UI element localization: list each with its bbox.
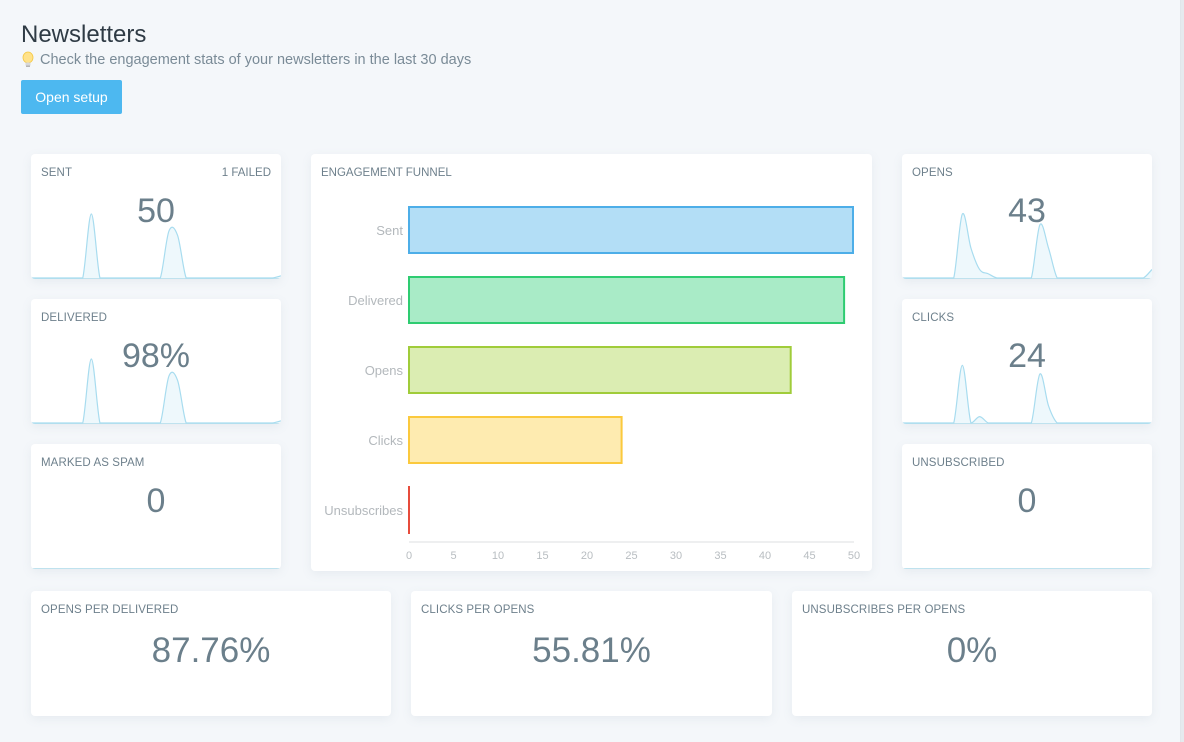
funnel-x-tick-label: 10 bbox=[492, 550, 504, 562]
clicks-per-opens-label: CLICKS PER OPENS bbox=[421, 604, 535, 616]
funnel-bar-unsubscribes bbox=[408, 486, 410, 534]
funnel-x-tick-label: 45 bbox=[803, 550, 815, 562]
funnel-x-tick-label: 20 bbox=[581, 550, 593, 562]
unsubscribes-per-opens-value: 0% bbox=[946, 631, 998, 670]
funnel-category-label: Sent bbox=[376, 223, 403, 238]
opens-per-delivered-label: OPENS PER DELIVERED bbox=[41, 604, 179, 616]
lightbulb-icon bbox=[22, 51, 34, 69]
clicks-per-opens-value: 55.81% bbox=[532, 631, 651, 670]
sparkline-baseline bbox=[31, 568, 281, 569]
funnel-x-tick-label: 30 bbox=[670, 550, 682, 562]
funnel-category-label: Delivered bbox=[348, 293, 403, 308]
unsubscribes-per-opens-label: UNSUBSCRIBES PER OPENS bbox=[802, 604, 966, 616]
sent-card: SENT 1 FAILED 50 bbox=[31, 154, 281, 279]
sent-value: 50 bbox=[137, 192, 175, 230]
funnel-x-tick-label: 40 bbox=[759, 550, 771, 562]
open-setup-button[interactable]: Open setup bbox=[21, 80, 122, 114]
sparkline-baseline bbox=[902, 568, 1152, 569]
opens-card: OPENS 43 bbox=[902, 154, 1152, 279]
unsubscribed-label: UNSUBSCRIBED bbox=[912, 457, 1005, 469]
delivered-card: DELIVERED 98% bbox=[31, 299, 281, 424]
clicks-per-opens-card: CLICKS PER OPENS 55.81% bbox=[411, 591, 772, 716]
opens-value: 43 bbox=[1008, 192, 1046, 230]
unsubscribes-per-opens-card: UNSUBSCRIBES PER OPENS 0% bbox=[792, 591, 1152, 716]
subtitle-text: Check the engagement stats of your newsl… bbox=[40, 52, 472, 68]
engagement-funnel-card: ENGAGEMENT FUNNEL Sent Delivered Opens Clic… bbox=[311, 154, 872, 571]
spam-card: MARKED AS SPAM 0 bbox=[31, 444, 281, 569]
funnel-x-tick-label: 25 bbox=[625, 550, 637, 562]
funnel-x-tick-label: 15 bbox=[536, 550, 548, 562]
clicks-card: CLICKS 24 bbox=[902, 299, 1152, 424]
spam-value: 0 bbox=[146, 482, 166, 520]
opens-per-delivered-card: OPENS PER DELIVERED 87.76% bbox=[31, 591, 391, 716]
window-edge bbox=[1180, 0, 1184, 742]
funnel-category-label: Clicks bbox=[368, 433, 403, 448]
page-subtitle: Check the engagement stats of your newsl… bbox=[22, 51, 471, 69]
funnel-x-tick-label: 5 bbox=[450, 550, 456, 562]
funnel-bar-delivered bbox=[408, 276, 846, 324]
funnel-x-tick-label: 35 bbox=[714, 550, 726, 562]
page-title: Newsletters bbox=[21, 21, 147, 48]
funnel-x-tick-label: 50 bbox=[848, 550, 860, 562]
spam-label: MARKED AS SPAM bbox=[41, 457, 145, 469]
funnel-bar-opens bbox=[408, 346, 792, 394]
funnel-x-tick-label: 0 bbox=[406, 550, 412, 562]
funnel-bar-sent bbox=[408, 206, 854, 254]
funnel-category-label: Unsubscribes bbox=[324, 503, 403, 518]
opens-per-delivered-value: 87.76% bbox=[151, 631, 271, 670]
delivered-value: 98% bbox=[121, 337, 191, 375]
unsubscribed-card: UNSUBSCRIBED 0 bbox=[902, 444, 1152, 569]
funnel-category-label: Opens bbox=[365, 363, 404, 378]
clicks-value: 24 bbox=[1008, 337, 1046, 375]
funnel-chart: Sent Delivered Opens Clicks Unsubscribes 0 5 10… bbox=[324, 206, 860, 562]
funnel-bar-clicks bbox=[408, 416, 623, 464]
unsubscribed-value: 0 bbox=[1017, 482, 1037, 520]
